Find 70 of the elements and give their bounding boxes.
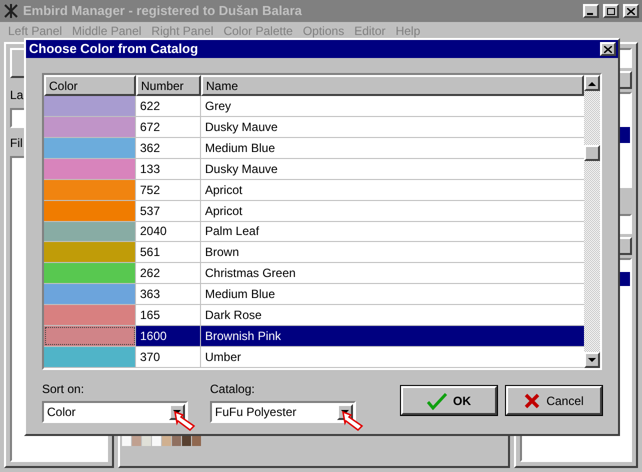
color-swatch[interactable]	[44, 138, 136, 158]
down-arrow-icon	[588, 358, 596, 362]
column-header[interactable]: Color	[44, 75, 136, 96]
window-title: Embird Manager - registered to Dušan Balara	[23, 2, 303, 20]
table-cell: 672	[136, 116, 201, 137]
color-swatch[interactable]	[44, 263, 136, 284]
field-label: Sort on:	[42, 381, 86, 398]
table-cell-text: Christmas Green	[204, 265, 297, 282]
color-swatch[interactable]	[44, 284, 136, 304]
table-cell-text: Dusky Mauve	[204, 118, 279, 136]
scroll-up-button[interactable]	[584, 75, 600, 91]
dropdown-field[interactable]: FuFu Polyester	[210, 401, 356, 423]
minimize-button[interactable]	[583, 4, 599, 18]
color-swatch[interactable]	[44, 200, 136, 221]
cross-icon	[524, 392, 540, 408]
color-swatch[interactable]	[44, 222, 136, 242]
dropdown-field[interactable]: Color	[42, 401, 188, 423]
table-cell: 133	[136, 158, 201, 179]
pointer-icon	[174, 411, 196, 431]
table-cell: 537	[136, 200, 201, 221]
scroll-down-button[interactable]	[584, 352, 600, 368]
table-cell: Brownish Pink	[201, 326, 584, 346]
table-cell-text: Medium Blue	[204, 140, 276, 157]
table-cell-text: Medium Blue	[204, 286, 276, 304]
table-cell: 622	[136, 96, 201, 116]
field-label: Catalog:	[210, 381, 256, 398]
app-icon	[3, 3, 19, 19]
color-swatch[interactable]	[44, 347, 136, 367]
scroll-thumb[interactable]	[584, 145, 600, 161]
column-header[interactable]: Number	[136, 75, 201, 96]
table-cell-text: Grey	[204, 98, 232, 115]
color-swatch[interactable]	[44, 305, 136, 326]
table-cell-text: Dusky Mauve	[204, 160, 279, 178]
table-cell: 165	[136, 305, 201, 326]
close-icon	[627, 8, 635, 14]
table-cell-text: Palm Leaf	[204, 223, 260, 240]
table-cell-text: Dark Rose	[204, 307, 263, 324]
cancel-button[interactable]: Cancel	[506, 386, 602, 415]
field-label: La	[10, 87, 24, 104]
up-arrow-icon	[588, 80, 596, 86]
checkmark-icon	[427, 392, 447, 410]
close-button[interactable]	[623, 4, 639, 18]
table-cell: 262	[136, 263, 201, 284]
table-cell: 752	[136, 180, 201, 200]
table-cell: 2040	[136, 222, 201, 242]
table-cell: 362	[136, 138, 201, 158]
color-swatch[interactable]	[44, 116, 136, 137]
table-cell-text: Umber	[204, 349, 242, 366]
maximize-icon	[607, 8, 615, 14]
table-cell: 370	[136, 347, 201, 367]
pointer-icon	[342, 411, 364, 431]
table-cell: 363	[136, 284, 201, 304]
table-cell: 561	[136, 242, 201, 262]
color-swatch[interactable]	[44, 242, 136, 262]
close-icon	[604, 46, 612, 52]
table-cell-text: Apricot	[204, 182, 244, 199]
maximize-button[interactable]	[603, 4, 619, 18]
table-cell: 1600	[136, 326, 201, 346]
ok-button[interactable]: OK	[401, 386, 497, 415]
close-button[interactable]	[600, 42, 616, 56]
color-swatch[interactable]	[44, 180, 136, 200]
table-cell-text: Apricot	[204, 202, 244, 220]
color-swatch[interactable]	[44, 96, 136, 116]
field-label: Fil	[10, 135, 24, 152]
column-header[interactable]: Name	[201, 75, 584, 96]
dialog-title: Choose Color from Catalog	[29, 40, 198, 58]
color-swatch[interactable]	[44, 326, 136, 346]
table-cell-text: Brown	[204, 244, 240, 262]
scrollbar[interactable]	[584, 75, 600, 368]
color-swatch[interactable]	[44, 158, 136, 179]
